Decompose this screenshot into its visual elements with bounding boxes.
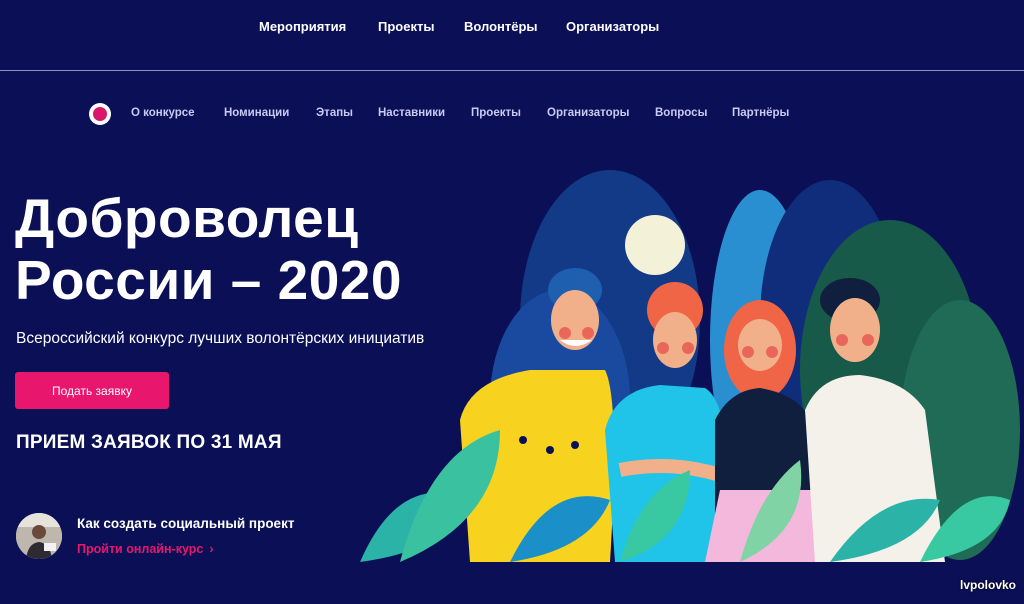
apply-button[interactable]: Подать заявку: [15, 372, 169, 409]
course-avatar[interactable]: [16, 513, 62, 559]
contest-logo[interactable]: [89, 103, 111, 125]
sub-nav-item-mentors[interactable]: Наставники: [378, 107, 445, 119]
sub-nav-item-projects[interactable]: Проекты: [471, 107, 521, 119]
sub-nav-item-organizers[interactable]: Организаторы: [547, 107, 629, 119]
top-nav-item-volunteers[interactable]: Волонтёры: [464, 19, 538, 34]
deadline-text: ПРИЕМ ЗАЯВОК ПО 31 МАЯ: [16, 432, 282, 453]
sub-nav-item-nominations[interactable]: Номинации: [224, 107, 289, 119]
hero-title-line-1: Доброволец: [15, 187, 359, 249]
hero-title-line-2: России – 2020: [15, 249, 402, 311]
top-nav-item-organizers[interactable]: Организаторы: [566, 19, 659, 34]
top-nav-item-events[interactable]: Мероприятия: [259, 19, 346, 34]
sub-nav-item-stages[interactable]: Этапы: [316, 107, 353, 119]
sub-nav-item-faq[interactable]: Вопросы: [655, 107, 707, 119]
hero-illustration: [360, 170, 1024, 562]
course-title: Как создать социальный проект: [77, 516, 295, 531]
top-nav-item-projects[interactable]: Проекты: [378, 19, 434, 34]
course-link-label: Пройти онлайн-курс: [77, 542, 204, 556]
chevron-right-icon: ›: [209, 542, 214, 556]
sub-nav-item-partners[interactable]: Партнёры: [732, 107, 789, 119]
top-navigation: Мероприятия Проекты Волонтёры Организато…: [0, 0, 1024, 71]
hero-title: Доброволец России – 2020: [15, 187, 402, 311]
course-link[interactable]: Пройти онлайн-курс ›: [77, 542, 214, 556]
contest-navigation: О конкурсе Номинации Этапы Наставники Пр…: [0, 100, 1024, 130]
watermark: lvpolovko: [959, 578, 1016, 592]
sub-nav-item-about[interactable]: О конкурсе: [131, 107, 195, 119]
